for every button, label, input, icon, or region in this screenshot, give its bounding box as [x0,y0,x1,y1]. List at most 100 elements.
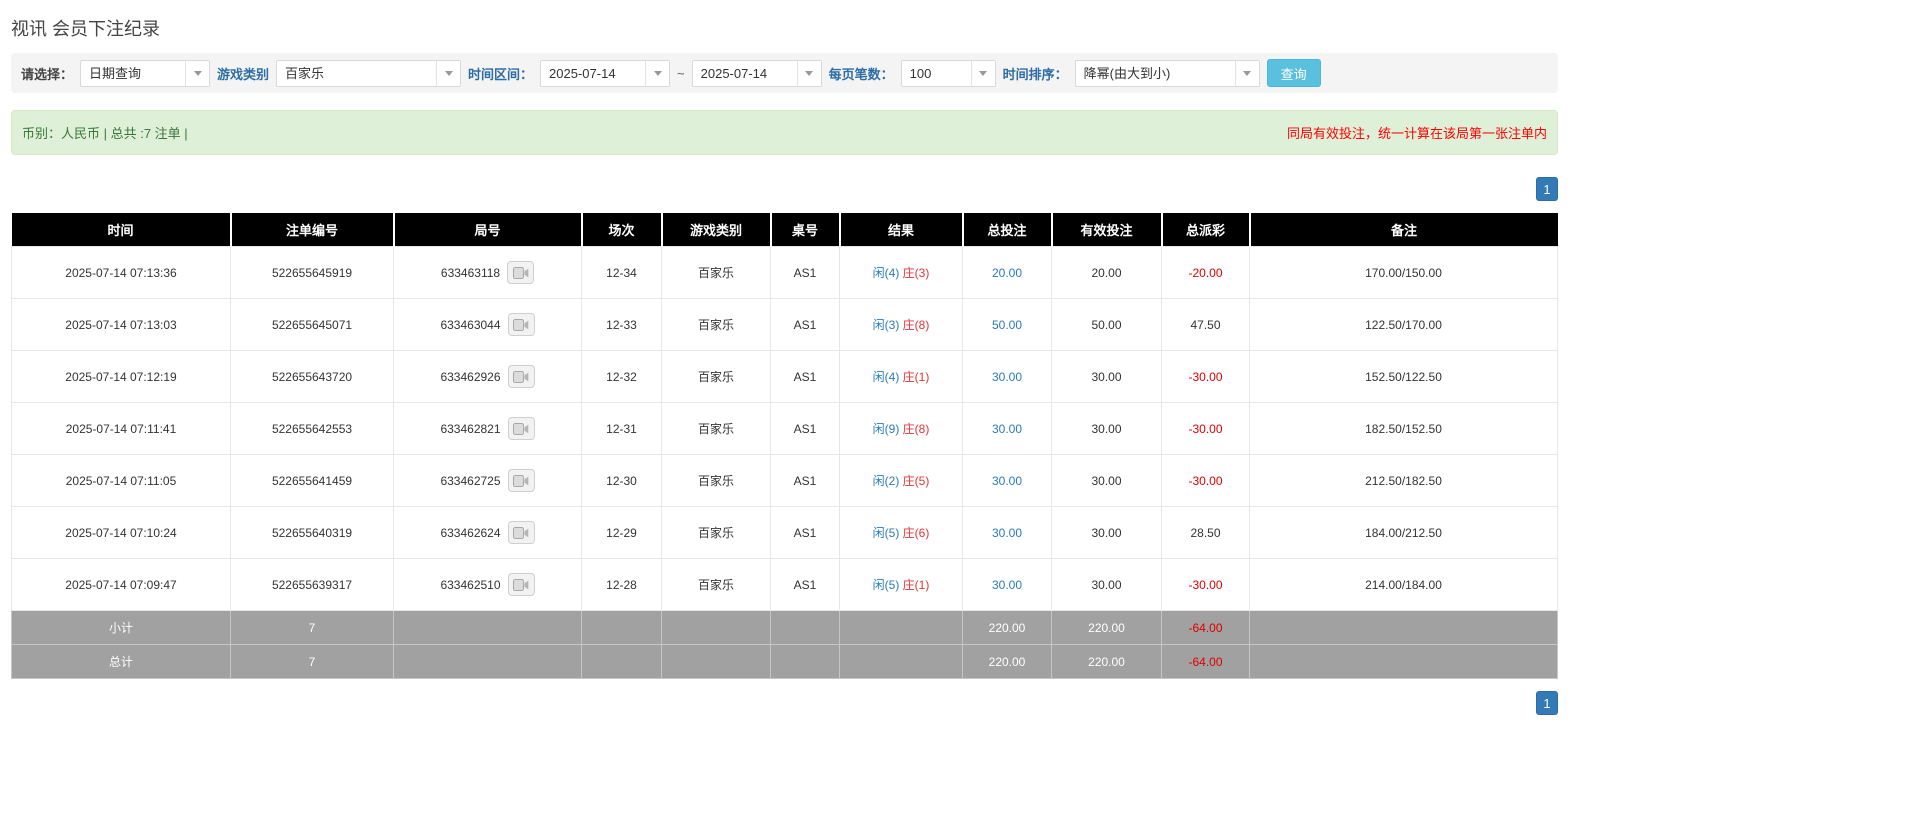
cell-time: 2025-07-14 07:11:41 [11,402,231,455]
header-table-no: 桌号 [770,213,841,247]
total-bet-link[interactable]: 20.00 [992,266,1022,280]
subtotal-row: 小计 7 220.00 220.00 -64.00 [11,610,1558,645]
cell-session: 12-31 [581,402,662,455]
chevron-down-icon[interactable] [436,60,461,86]
cell-game-type: 百家乐 [661,402,771,455]
cell-table-no: AS1 [770,350,840,403]
cell-valid-bet: 30.00 [1051,454,1162,507]
video-replay-icon[interactable] [507,521,535,544]
video-replay-icon[interactable] [507,417,535,440]
header-total-bet: 总投注 [962,213,1053,247]
cell-time: 2025-07-14 07:12:19 [11,350,231,403]
warning-text: 同局有效投注，统一计算在该局第一张注单内 [1286,126,1547,141]
total-bet-link[interactable]: 30.00 [992,474,1022,488]
total-label: 总计 [11,644,231,679]
date-from-select[interactable]: 2025-07-14 [540,59,671,87]
game-type-select[interactable]: 百家乐 [276,59,462,87]
cell-game-type: 百家乐 [661,454,771,507]
cell-round-id: 633462510 [393,558,582,611]
time-range-label: 时间区间： [468,66,534,82]
date-from-value: 2025-07-14 [549,65,616,81]
subtotal-payout: -64.00 [1161,610,1250,645]
cell-remark: 212.50/182.50 [1249,454,1558,507]
cell-round-id: 633463044 [393,298,582,351]
cell-valid-bet: 30.00 [1051,402,1162,455]
query-button[interactable]: 查询 [1266,59,1321,87]
cell-session: 12-28 [581,558,662,611]
date-to-value: 2025-07-14 [700,65,768,81]
header-result: 结果 [839,213,964,247]
page-button[interactable]: 1 [1536,691,1558,715]
game-type-label: 游戏类别 [217,66,270,82]
header-round-id: 局号 [393,213,583,247]
cell-remark: 152.50/122.50 [1249,350,1558,403]
cell-bet-id: 522655641459 [230,454,394,507]
cell-time: 2025-07-14 07:09:47 [11,558,231,611]
total-valid-bet: 220.00 [1051,644,1162,679]
total-payout: -64.00 [1161,644,1250,679]
cell-game-type: 百家乐 [661,298,771,351]
cell-payout: -20.00 [1161,246,1250,299]
cell-total-bet: 30.00 [962,558,1052,611]
subtotal-count: 7 [230,610,394,645]
result-player: 闲(5) [872,578,900,592]
header-payout: 总派彩 [1161,213,1251,247]
header-remark: 备注 [1249,213,1558,247]
table-row: 2025-07-14 07:13:03 522655645071 6334630… [11,298,1558,351]
total-bet-link[interactable]: 30.00 [992,422,1022,436]
result-player: 闲(5) [872,526,900,540]
cell-remark: 122.50/170.00 [1249,298,1558,351]
cell-bet-id: 522655643720 [230,350,394,403]
page-button[interactable]: 1 [1536,177,1558,201]
cell-total-bet: 30.00 [962,350,1052,403]
betting-records-table: 时间 注单编号 局号 场次 游戏类别 桌号 结果 总投注 有效投注 总派彩 备注… [11,213,1558,679]
cell-time: 2025-07-14 07:10:24 [11,506,231,559]
cell-game-type: 百家乐 [661,246,771,299]
query-type-select[interactable]: 日期查询 [80,59,211,87]
table-row: 2025-07-14 07:11:05 522655641459 6334627… [11,454,1558,507]
video-replay-icon[interactable] [507,365,535,388]
video-replay-icon[interactable] [507,469,535,492]
table-row: 2025-07-14 07:13:36 522655645919 6334631… [11,246,1558,299]
date-to-select[interactable]: 2025-07-14 [691,59,822,87]
cell-session: 12-32 [581,350,662,403]
cell-round-id: 633463118 [393,246,582,299]
total-bet-link[interactable]: 30.00 [992,578,1022,592]
video-replay-icon[interactable] [507,261,535,284]
chevron-down-icon[interactable] [970,60,995,86]
chevron-down-icon[interactable] [185,60,210,86]
cell-payout: -30.00 [1161,350,1250,403]
cell-payout: -30.00 [1161,454,1250,507]
sort-select[interactable]: 降幂(由大到小) [1074,59,1260,87]
chevron-down-icon[interactable] [1234,60,1259,86]
page-size-label: 每页笔数： [828,66,894,82]
result-banker: 庄(1) [902,370,930,384]
chevron-down-icon[interactable] [796,60,821,86]
cell-round-id: 633462725 [393,454,582,507]
page-size-select[interactable]: 100 [900,59,996,87]
cell-total-bet: 20.00 [962,246,1052,299]
result-banker: 庄(8) [902,318,930,332]
round-id-text: 633462725 [440,473,501,488]
cell-payout: -30.00 [1161,558,1250,611]
round-id-text: 633462926 [440,369,501,384]
cell-remark: 184.00/212.50 [1249,506,1558,559]
total-bet-link[interactable]: 30.00 [992,370,1022,384]
video-replay-icon[interactable] [507,313,535,336]
cell-session: 12-34 [581,246,662,299]
result-banker: 庄(6) [902,526,930,540]
currency-summary-text: 币别：人民币 | 总共 :7 注单 | [22,126,188,141]
sort-label: 时间排序： [1002,66,1068,82]
total-bet-link[interactable]: 30.00 [992,526,1022,540]
cell-valid-bet: 50.00 [1051,298,1162,351]
round-id-text: 633463044 [440,317,501,332]
page-size-value: 100 [909,65,932,81]
cell-valid-bet: 30.00 [1051,558,1162,611]
round-id-text: 633462821 [440,421,501,436]
total-bet-link[interactable]: 50.00 [992,318,1022,332]
round-id-text: 633463118 [440,265,501,280]
video-replay-icon[interactable] [507,573,535,596]
cell-session: 12-29 [581,506,662,559]
cell-remark: 170.00/150.00 [1249,246,1558,299]
chevron-down-icon[interactable] [645,60,670,86]
